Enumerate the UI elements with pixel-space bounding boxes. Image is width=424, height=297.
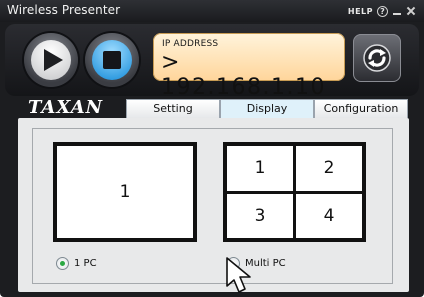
tab-setting[interactable]: Setting [126, 99, 220, 118]
single-pc-layout-preview[interactable]: 1 [53, 142, 197, 242]
play-button-face [31, 40, 71, 80]
close-icon[interactable] [406, 6, 416, 16]
single-layout-cell-label: 1 [119, 182, 131, 202]
ip-address-value: > 192.168.1.10 [161, 50, 326, 100]
display-panel: 1 1 2 3 4 1 PC Multi PC [18, 118, 409, 292]
control-strip: IP ADDRESS > 192.168.1.10 [5, 24, 419, 100]
multi-layout-cell-2: 2 [296, 146, 362, 191]
help-label[interactable]: HELP [348, 7, 373, 16]
stop-button-face [92, 40, 132, 80]
radio-1pc-indicator[interactable] [56, 257, 69, 270]
mouse-cursor-icon [226, 257, 251, 293]
multi-layout-cell-1: 1 [227, 146, 293, 191]
multi-layout-cell-3: 3 [227, 193, 293, 238]
taxan-logo: TAXAN [28, 97, 104, 118]
window-title: Wireless Presenter [7, 3, 121, 17]
multi-layout-cell-4: 4 [296, 193, 362, 238]
tab-display[interactable]: Display [220, 99, 314, 118]
title-bar[interactable]: Wireless Presenter HELP ? [0, 0, 424, 22]
stop-icon [103, 51, 121, 69]
play-icon [44, 49, 63, 71]
window-controls: HELP ? [348, 4, 416, 18]
tab-configuration[interactable]: Configuration [314, 99, 408, 118]
app-window: Wireless Presenter HELP ? IP ADDRESS > 1… [0, 0, 424, 297]
ip-address-label: IP ADDRESS [162, 39, 219, 49]
radio-1pc-label: 1 PC [74, 258, 97, 269]
help-icon[interactable]: ? [377, 5, 388, 17]
play-button[interactable] [24, 33, 78, 87]
stop-button[interactable] [85, 33, 139, 87]
refresh-button[interactable] [353, 34, 401, 82]
multi-pc-layout-preview[interactable]: 1 2 3 4 [223, 142, 366, 242]
minimize-icon[interactable] [392, 6, 402, 16]
refresh-icon [363, 44, 391, 72]
radio-1pc[interactable]: 1 PC [56, 257, 97, 270]
ip-address-panel: IP ADDRESS > 192.168.1.10 [153, 33, 345, 100]
